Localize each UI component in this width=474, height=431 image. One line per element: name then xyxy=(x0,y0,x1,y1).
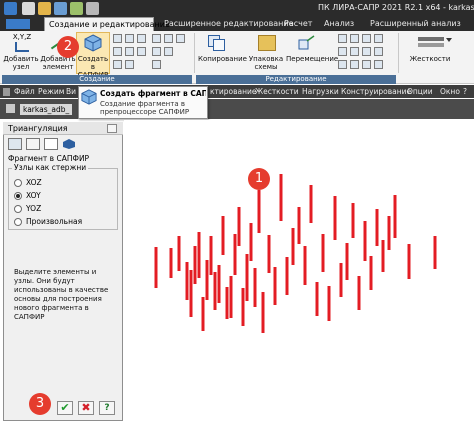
menu-stiffness[interactable]: Жесткости xyxy=(255,86,299,98)
mesh-tab-icon[interactable] xyxy=(26,138,40,150)
tool-icon[interactable] xyxy=(164,47,173,56)
document-tab[interactable]: karkas_adb_ xyxy=(20,104,73,115)
edit-tool-icon[interactable] xyxy=(350,60,359,69)
edit-tool-icon[interactable] xyxy=(350,47,359,56)
help-button[interactable]: ? xyxy=(99,401,115,415)
tooltip-description: Создание фрагмента в препроцессоре САПФИ… xyxy=(100,100,190,116)
nodes-group-label: Узлы как стержни xyxy=(12,163,89,172)
stiffness-button[interactable]: Жесткости xyxy=(404,55,456,63)
grid-icon[interactable] xyxy=(125,47,134,56)
cancel-button[interactable]: ✖ xyxy=(78,401,94,415)
edit-tool-icon[interactable] xyxy=(362,34,371,43)
menu-editing[interactable]: ктирование xyxy=(210,86,257,98)
fragment-label: Фрагмент в САПФИР xyxy=(8,154,90,163)
callout-badge-3: 3 xyxy=(29,393,51,415)
option-arbitrary-label: Произвольная xyxy=(26,217,83,226)
cross-icon: ✖ xyxy=(81,401,91,414)
ribbon-separator xyxy=(398,33,399,73)
grid-icon[interactable] xyxy=(125,34,134,43)
group-caption-create: Создание xyxy=(2,75,192,84)
model-canvas[interactable] xyxy=(124,120,474,429)
edit-tool-icon[interactable] xyxy=(374,47,383,56)
sapfir-tab-icon[interactable] xyxy=(62,138,76,150)
tab-analysis[interactable]: Анализ xyxy=(320,17,358,31)
grid-icon[interactable] xyxy=(113,60,122,69)
radio-xoz[interactable] xyxy=(14,179,22,187)
new-file-icon[interactable] xyxy=(22,2,35,15)
grid-icon[interactable] xyxy=(125,60,134,69)
tool-icon[interactable] xyxy=(152,60,161,69)
ribbon-separator xyxy=(194,33,195,73)
menu-window[interactable]: Окно xyxy=(440,86,460,98)
apply-button[interactable]: ✔ xyxy=(57,401,73,415)
option-xoz-label: XOZ xyxy=(26,178,42,187)
edit-tool-icon[interactable] xyxy=(374,34,383,43)
edit-tool-icon[interactable] xyxy=(338,34,347,43)
pin-icon[interactable] xyxy=(107,124,117,133)
menu-help[interactable]: ? xyxy=(463,86,467,98)
grid-icon[interactable] xyxy=(113,34,122,43)
tooltip-title: Создать фрагмент в САПФИРе xyxy=(100,89,206,98)
radio-xoy[interactable] xyxy=(14,192,22,200)
app-logo-icon xyxy=(4,2,17,15)
tab-advanced-analysis[interactable]: Расширенный анализ xyxy=(366,17,465,31)
save-icon[interactable] xyxy=(54,2,67,15)
edit-tool-icon[interactable] xyxy=(350,34,359,43)
group-caption-edit: Редактирование xyxy=(196,75,396,84)
document-icon xyxy=(6,104,15,113)
edit-tool-icon[interactable] xyxy=(374,60,383,69)
checkmark-icon: ✔ xyxy=(60,401,70,414)
tool-icon[interactable] xyxy=(152,47,161,56)
tool-icon[interactable] xyxy=(176,34,185,43)
add-node-button[interactable]: Добавить узел xyxy=(2,55,40,71)
option-xoy-label: XOY xyxy=(26,191,41,200)
pack-scheme-button[interactable]: Упаковка схемы xyxy=(248,55,284,71)
tab-create-edit[interactable]: Создание и редактирование xyxy=(44,17,170,31)
radio-arbitrary[interactable] xyxy=(14,218,22,226)
panel-title: Триангуляция xyxy=(8,124,68,133)
menu-mode[interactable]: Режим xyxy=(38,86,64,98)
redo-icon[interactable] xyxy=(86,2,99,15)
panel-hint: Выделите элементы и узлы. Они будут испо… xyxy=(14,268,109,321)
open-folder-icon[interactable] xyxy=(38,2,51,15)
move-icon xyxy=(298,35,316,51)
menu-options[interactable]: Опции xyxy=(407,86,433,98)
menu-view[interactable]: Ви xyxy=(66,86,76,98)
menu-design[interactable]: Конструирование xyxy=(341,86,411,98)
edit-tool-icon[interactable] xyxy=(338,60,347,69)
menu-loads[interactable]: Нагрузки xyxy=(302,86,339,98)
sapfir-cube-icon xyxy=(84,34,102,52)
tool-icon[interactable] xyxy=(152,34,161,43)
window-title: ПК ЛИРА-САПР 2021 R2.1 x64 - karkas_adb xyxy=(318,3,474,12)
copy-icon xyxy=(208,35,226,51)
edit-tool-icon[interactable] xyxy=(362,47,371,56)
chevron-down-icon[interactable] xyxy=(446,38,452,42)
grid-icon[interactable] xyxy=(113,47,122,56)
move-button[interactable]: Перемещение xyxy=(286,55,338,63)
grid-icon[interactable] xyxy=(137,47,146,56)
pack-scheme-icon xyxy=(258,35,276,51)
radio-yoz[interactable] xyxy=(14,205,22,213)
callout-badge-1: 1 xyxy=(248,168,270,190)
add-node-icon: X,Y,Z xyxy=(8,33,36,53)
tool-icon[interactable] xyxy=(164,34,173,43)
sapfir-cube-icon xyxy=(81,89,97,105)
tab-file-menu[interactable] xyxy=(2,17,34,31)
tab-calculation[interactable]: Расчет xyxy=(280,17,316,31)
triangulation-tab-icon[interactable] xyxy=(44,138,58,150)
model-view[interactable] xyxy=(124,120,474,429)
option-yoz-label: YOZ xyxy=(26,204,42,213)
edit-tool-icon[interactable] xyxy=(362,60,371,69)
grip-icon xyxy=(3,88,10,96)
tab-advanced-edit[interactable]: Расширенное редактирование xyxy=(160,17,298,31)
copy-button[interactable]: Копирование xyxy=(198,55,247,63)
undo-icon[interactable] xyxy=(70,2,83,15)
stiffness-icon xyxy=(418,35,444,51)
grid-icon[interactable] xyxy=(137,34,146,43)
grid-tab-icon[interactable] xyxy=(8,138,22,150)
menu-file[interactable]: Файл xyxy=(14,86,35,98)
edit-tool-icon[interactable] xyxy=(338,47,347,56)
callout-badge-2: 2 xyxy=(57,36,79,58)
